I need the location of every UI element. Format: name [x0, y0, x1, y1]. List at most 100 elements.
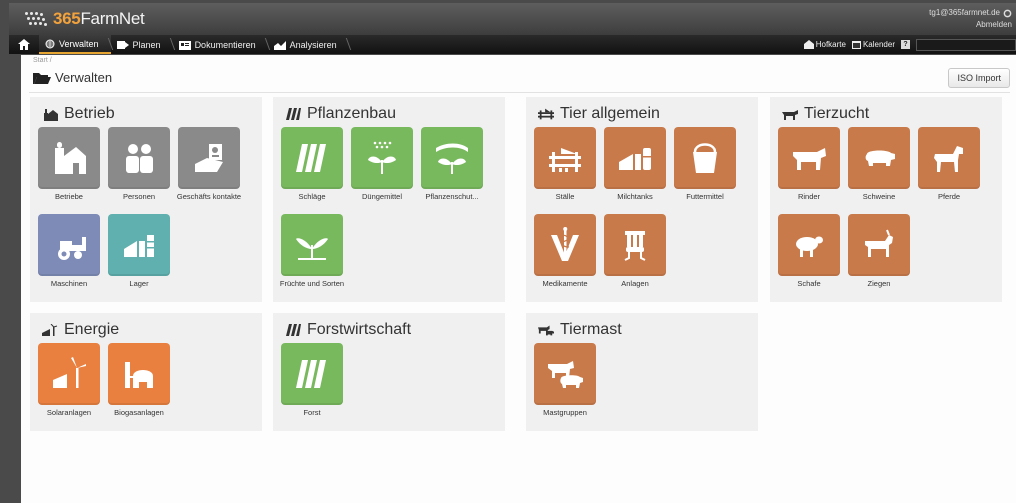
panel-pflanzenbau: Pflanzenbau Schläge Düngemittel Pflanzen…: [273, 97, 505, 302]
tile-schafe[interactable]: Schafe: [778, 214, 840, 288]
forest-field-icon: [296, 360, 326, 388]
nav-tab-label: Planen: [132, 39, 161, 50]
tile-solaranlagen[interactable]: Solaranlagen: [38, 343, 100, 417]
tile-label: Betriebe: [55, 192, 83, 201]
logout-link[interactable]: Abmelden: [976, 19, 1012, 31]
fertilizer-icon: [368, 141, 396, 174]
kalender-button[interactable]: Kalender: [851, 40, 895, 49]
tile-label: Anlagen: [621, 279, 649, 288]
tile-label: Personen: [122, 192, 156, 201]
home-button[interactable]: [9, 35, 39, 54]
tile-schweine[interactable]: Schweine: [848, 127, 910, 201]
nav-tab-label: Dokumentieren: [194, 39, 256, 50]
stable-icon: [549, 148, 581, 172]
hofkarte-button[interactable]: Hofkarte: [803, 40, 846, 49]
tile-label: Pflanzenschut...: [425, 192, 479, 201]
panel-forstwirtschaft: Forstwirtschaft Forst: [273, 313, 505, 431]
logo[interactable]: 365FarmNet: [23, 9, 145, 29]
sheep-icon: [796, 236, 823, 257]
tile-biogasanlagen[interactable]: Biogasanlagen: [108, 343, 170, 417]
farm-map-icon: [803, 40, 814, 49]
panel-title-betrieb: Betrieb: [42, 105, 115, 123]
tile-pflanzenschutz[interactable]: Pflanzenschut...: [421, 127, 483, 201]
panel-tier-allgemein: Tier allgemein Ställe Milchtanks Futterm…: [526, 97, 758, 302]
logo-icon: [23, 10, 49, 28]
livestock-group-icon: [548, 361, 583, 388]
tile-personen[interactable]: Personen: [108, 127, 170, 201]
help-button[interactable]: ?: [901, 40, 910, 49]
tile-lager[interactable]: Lager: [108, 214, 170, 288]
livestock-icon: [538, 323, 554, 337]
tile-label: Lager: [129, 279, 149, 288]
nav-tab-analysieren[interactable]: Analysieren: [268, 35, 349, 54]
logo-name: FarmNet: [80, 9, 145, 28]
tile-label: Milchtanks: [617, 192, 653, 201]
tile-ziegen[interactable]: Ziegen: [848, 214, 910, 288]
tile-forst[interactable]: Forst: [281, 343, 343, 417]
tile-schlaege[interactable]: Schläge: [281, 127, 343, 201]
barn-icon: [538, 107, 554, 121]
iso-import-button[interactable]: ISO Import: [948, 68, 1010, 88]
chart-icon: [273, 40, 286, 50]
cow-icon: [782, 107, 798, 121]
tile-maschinen[interactable]: Maschinen: [38, 214, 100, 288]
farm-buildings-icon: [42, 107, 58, 121]
tile-anlagen[interactable]: Anlagen: [604, 214, 666, 288]
nav-right-tools: Hofkarte Kalender ?: [803, 35, 1016, 54]
panel-title-text: Betrieb: [64, 105, 115, 122]
tile-label: Ställe: [555, 192, 575, 201]
tile-label: Früchte und Sorten: [279, 279, 345, 288]
main-content: Start / Verwalten ISO Import Betrieb Bet…: [21, 55, 1016, 503]
nav-tab-label: Analysieren: [289, 39, 337, 50]
nav-tab-dokumentieren[interactable]: Dokumentieren: [173, 35, 268, 54]
tile-staelle[interactable]: Ställe: [534, 127, 596, 201]
farm-buildings-icon: [55, 142, 86, 174]
tile-label: Schweine: [862, 192, 896, 201]
tile-fruechte-sorten[interactable]: Früchte und Sorten: [280, 214, 344, 288]
tile-milchtanks[interactable]: Milchtanks: [604, 127, 666, 201]
tile-betriebe[interactable]: Betriebe: [38, 127, 100, 201]
pig-icon: [865, 150, 895, 166]
home-icon: [18, 39, 30, 50]
tile-pferde[interactable]: Pferde: [918, 127, 980, 201]
nav-tab-label: Verwalten: [59, 38, 99, 49]
settings-icon[interactable]: [1003, 9, 1012, 18]
panel-title-text: Tierzucht: [804, 105, 870, 122]
nav-tab-planen[interactable]: Planen: [111, 35, 173, 54]
tile-label: Maschinen: [50, 279, 88, 288]
tile-label: Mastgruppen: [543, 408, 587, 417]
tile-label: Biogasanlagen: [114, 408, 164, 417]
energy-icon: [42, 323, 58, 337]
tile-label: Geschäfts kontakte: [176, 192, 242, 201]
cow-icon: [793, 148, 826, 170]
calendar-icon: [851, 41, 861, 49]
document-icon: [178, 40, 191, 50]
tile-rinder[interactable]: Rinder: [778, 127, 840, 201]
top-bar: 365FarmNet tg1@365farmnet.de Abmelden: [9, 3, 1016, 35]
tile-label: Medikamente: [542, 279, 588, 288]
tile-futtermittel[interactable]: Futtermittel: [674, 127, 736, 201]
tile-duengemittel[interactable]: Düngemittel: [351, 127, 413, 201]
breadcrumb[interactable]: Start /: [33, 57, 52, 64]
business-contacts-icon: [195, 144, 223, 172]
panel-tierzucht: Tierzucht Rinder Schweine Pferde Schafe …: [770, 97, 1002, 302]
tile-label: Düngemittel: [361, 192, 403, 201]
tile-mastgruppen[interactable]: Mastgruppen: [534, 343, 596, 417]
kalender-label: Kalender: [862, 40, 895, 49]
field-icon: [296, 144, 326, 172]
tile-medikamente[interactable]: Medikamente: [534, 214, 596, 288]
nav-tab-verwalten[interactable]: Verwalten: [39, 35, 111, 54]
plant-protection-icon: [436, 143, 468, 174]
tile-geschaeftskontakte[interactable]: Geschäfts kontakte: [177, 127, 241, 201]
globe-icon: [45, 39, 55, 48]
planning-icon: [116, 40, 129, 49]
field-icon: [285, 323, 301, 337]
field-icon: [285, 107, 301, 121]
tile-label: Forst: [303, 408, 321, 417]
folder-open-icon: [33, 72, 51, 84]
tile-label: Futtermittel: [686, 192, 724, 201]
horse-icon: [934, 146, 963, 172]
search-input[interactable]: [916, 38, 1016, 51]
panel-betrieb: Betrieb Betriebe Personen Geschäfts kont…: [30, 97, 262, 302]
panel-title-tiermast: Tiermast: [538, 321, 622, 339]
